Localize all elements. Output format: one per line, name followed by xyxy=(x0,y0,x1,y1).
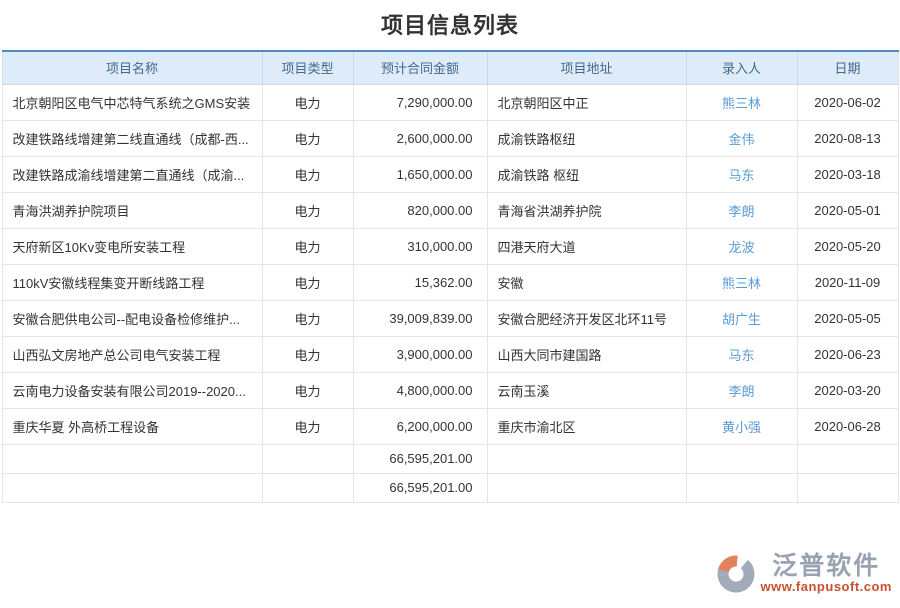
cell-address: 青海省洪湖养护院 xyxy=(487,192,686,228)
cell-recorder-link[interactable]: 马东 xyxy=(686,336,797,372)
cell-address: 成渝铁路 枢纽 xyxy=(487,156,686,192)
cell-amount: 15,362.00 xyxy=(353,264,487,300)
cell-project-name: 改建铁路成渝线增建第二直通线（成渝... xyxy=(2,156,262,192)
cell-recorder-link[interactable]: 黄小强 xyxy=(686,408,797,444)
cell-address: 重庆市渝北区 xyxy=(487,408,686,444)
cell-amount: 7,290,000.00 xyxy=(353,84,487,120)
subtotal-row: 66,595,201.00 xyxy=(2,444,898,473)
cell-amount: 2,600,000.00 xyxy=(353,120,487,156)
cell-date: 2020-03-18 xyxy=(797,156,898,192)
cell-date: 2020-05-20 xyxy=(797,228,898,264)
table-row: 改建铁路线增建第二线直通线（成都-西... 电力 2,600,000.00 成渝… xyxy=(2,120,898,156)
table-row: 青海洪湖养护院项目 电力 820,000.00 青海省洪湖养护院 李朗 2020… xyxy=(2,192,898,228)
cell-recorder-link[interactable]: 金伟 xyxy=(686,120,797,156)
cell-recorder-link[interactable]: 龙波 xyxy=(686,228,797,264)
cell-project-name: 青海洪湖养护院项目 xyxy=(2,192,262,228)
brand-url: www.fanpusoft.com xyxy=(760,579,892,594)
table-row: 云南电力设备安装有限公司2019--2020... 电力 4,800,000.0… xyxy=(2,372,898,408)
cell-project-type: 电力 xyxy=(262,372,353,408)
cell-project-name: 天府新区10Kv变电所安装工程 xyxy=(2,228,262,264)
table-row: 山西弘文房地产总公司电气安装工程 电力 3,900,000.00 山西大同市建国… xyxy=(2,336,898,372)
cell-amount: 310,000.00 xyxy=(353,228,487,264)
footer-logo: 泛普软件 www.fanpusoft.com xyxy=(716,553,892,594)
table-row: 天府新区10Kv变电所安装工程 电力 310,000.00 四港天府大道 龙波 … xyxy=(2,228,898,264)
cell-recorder-link[interactable]: 熊三林 xyxy=(686,84,797,120)
cell-project-type: 电力 xyxy=(262,228,353,264)
total-empty-cell xyxy=(686,473,797,502)
table-row: 安徽合肥供电公司--配电设备检修维护... 电力 39,009,839.00 安… xyxy=(2,300,898,336)
cell-amount: 820,000.00 xyxy=(353,192,487,228)
cell-date: 2020-06-23 xyxy=(797,336,898,372)
subtotal-empty-cell xyxy=(686,444,797,473)
cell-recorder-link[interactable]: 马东 xyxy=(686,156,797,192)
projects-table: 项目名称 项目类型 预计合同金额 项目地址 录入人 日期 北京朝阳区电气中芯特气… xyxy=(2,50,899,503)
cell-address: 四港天府大道 xyxy=(487,228,686,264)
cell-project-name: 北京朝阳区电气中芯特气系统之GMS安装 xyxy=(2,84,262,120)
cell-address: 云南玉溪 xyxy=(487,372,686,408)
header-date: 日期 xyxy=(797,51,898,84)
fanpu-logo-icon xyxy=(716,554,756,594)
cell-date: 2020-06-28 xyxy=(797,408,898,444)
cell-address: 成渝铁路枢纽 xyxy=(487,120,686,156)
subtotal-empty-cell xyxy=(797,444,898,473)
table-row: 110kV安徽线程集变开断线路工程 电力 15,362.00 安徽 熊三林 20… xyxy=(2,264,898,300)
cell-project-type: 电力 xyxy=(262,264,353,300)
table-row: 北京朝阳区电气中芯特气系统之GMS安装 电力 7,290,000.00 北京朝阳… xyxy=(2,84,898,120)
header-project-type: 项目类型 xyxy=(262,51,353,84)
cell-amount: 4,800,000.00 xyxy=(353,372,487,408)
total-empty-cell xyxy=(487,473,686,502)
cell-address: 安徽 xyxy=(487,264,686,300)
cell-date: 2020-11-09 xyxy=(797,264,898,300)
cell-project-name: 云南电力设备安装有限公司2019--2020... xyxy=(2,372,262,408)
cell-date: 2020-06-02 xyxy=(797,84,898,120)
cell-project-name: 110kV安徽线程集变开断线路工程 xyxy=(2,264,262,300)
table-header-row: 项目名称 项目类型 预计合同金额 项目地址 录入人 日期 xyxy=(2,51,898,84)
cell-date: 2020-08-13 xyxy=(797,120,898,156)
cell-address: 山西大同市建国路 xyxy=(487,336,686,372)
cell-project-type: 电力 xyxy=(262,336,353,372)
cell-project-type: 电力 xyxy=(262,156,353,192)
cell-amount: 3,900,000.00 xyxy=(353,336,487,372)
cell-project-type: 电力 xyxy=(262,300,353,336)
cell-project-name: 重庆华夏 外高桥工程设备 xyxy=(2,408,262,444)
brand-name: 泛普软件 xyxy=(772,553,880,579)
grand-total-amount: 66,595,201.00 xyxy=(353,473,487,502)
cell-amount: 6,200,000.00 xyxy=(353,408,487,444)
subtotal-amount: 66,595,201.00 xyxy=(353,444,487,473)
cell-project-name: 山西弘文房地产总公司电气安装工程 xyxy=(2,336,262,372)
cell-recorder-link[interactable]: 胡广生 xyxy=(686,300,797,336)
table-row: 重庆华夏 外高桥工程设备 电力 6,200,000.00 重庆市渝北区 黄小强 … xyxy=(2,408,898,444)
total-empty-cell xyxy=(262,473,353,502)
header-address: 项目地址 xyxy=(487,51,686,84)
cell-recorder-link[interactable]: 李朗 xyxy=(686,192,797,228)
page-title: 项目信息列表 xyxy=(0,8,900,40)
cell-recorder-link[interactable]: 熊三林 xyxy=(686,264,797,300)
header-recorder: 录入人 xyxy=(686,51,797,84)
total-empty-cell xyxy=(2,473,262,502)
cell-project-type: 电力 xyxy=(262,84,353,120)
cell-project-type: 电力 xyxy=(262,120,353,156)
cell-project-name: 安徽合肥供电公司--配电设备检修维护... xyxy=(2,300,262,336)
cell-recorder-link[interactable]: 李朗 xyxy=(686,372,797,408)
cell-project-type: 电力 xyxy=(262,408,353,444)
cell-date: 2020-05-05 xyxy=(797,300,898,336)
subtotal-empty-cell xyxy=(262,444,353,473)
cell-amount: 39,009,839.00 xyxy=(353,300,487,336)
cell-date: 2020-03-20 xyxy=(797,372,898,408)
cell-project-name: 改建铁路线增建第二线直通线（成都-西... xyxy=(2,120,262,156)
cell-project-type: 电力 xyxy=(262,192,353,228)
cell-address: 北京朝阳区中正 xyxy=(487,84,686,120)
cell-date: 2020-05-01 xyxy=(797,192,898,228)
cell-amount: 1,650,000.00 xyxy=(353,156,487,192)
subtotal-empty-cell xyxy=(2,444,262,473)
grand-total-row: 66,595,201.00 xyxy=(2,473,898,502)
header-contract-amount: 预计合同金额 xyxy=(353,51,487,84)
table-row: 改建铁路成渝线增建第二直通线（成渝... 电力 1,650,000.00 成渝铁… xyxy=(2,156,898,192)
cell-address: 安徽合肥经济开发区北环11号 xyxy=(487,300,686,336)
subtotal-empty-cell xyxy=(487,444,686,473)
total-empty-cell xyxy=(797,473,898,502)
header-project-name: 项目名称 xyxy=(2,51,262,84)
